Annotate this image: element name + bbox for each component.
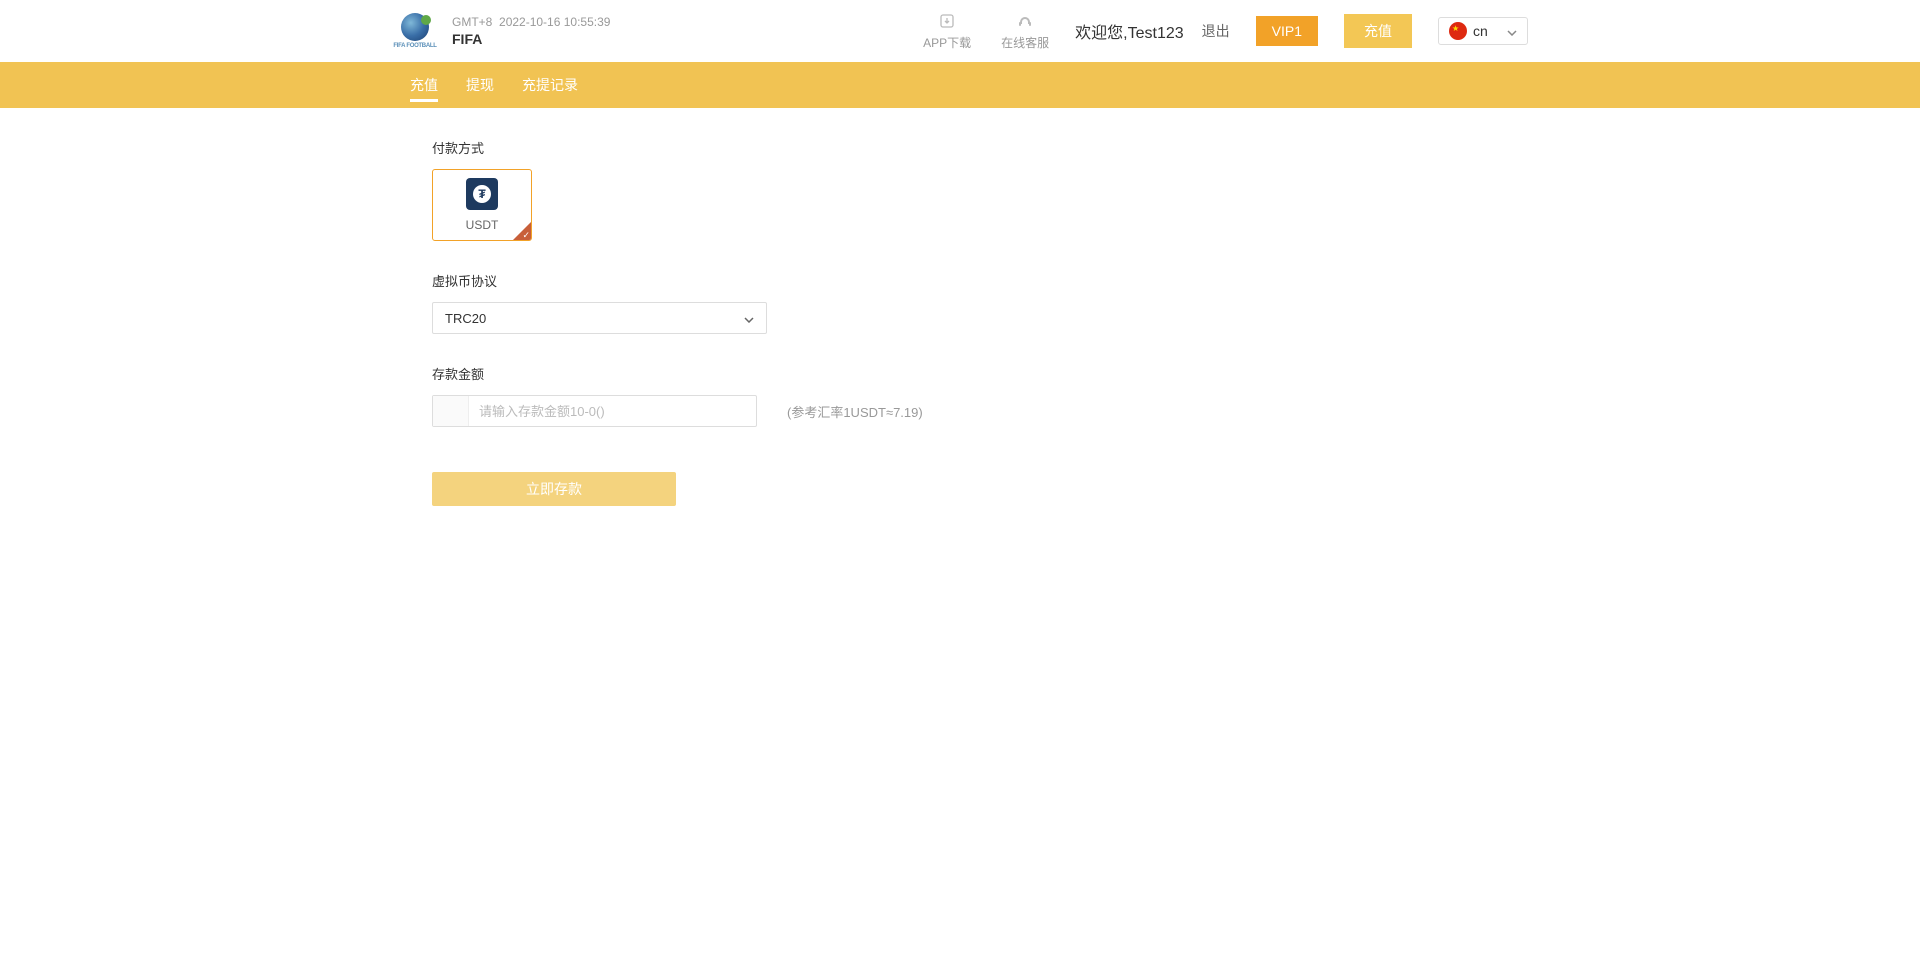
online-service[interactable]: 在线客服	[1001, 12, 1049, 51]
logo-ball-icon	[401, 13, 429, 41]
tab-records[interactable]: 充提记录	[522, 62, 578, 108]
protocol-label: 虚拟币协议	[432, 271, 1488, 290]
logo-subtext: FIFA FOOTBALL	[393, 43, 436, 49]
brand-name: FIFA	[452, 31, 610, 47]
usdt-icon: ₮	[466, 178, 498, 210]
amount-prefix	[433, 396, 469, 426]
amount-label: 存款金额	[432, 364, 1488, 383]
flag-cn-icon	[1449, 22, 1467, 40]
logo[interactable]: FIFA FOOTBALL	[392, 8, 438, 54]
app-download[interactable]: APP下载	[923, 12, 971, 51]
payment-option-label: USDT	[466, 218, 499, 232]
language-code: cn	[1473, 23, 1488, 39]
caret-down-icon	[1507, 23, 1517, 39]
welcome-text: 欢迎您,Test123	[1075, 19, 1184, 43]
tab-recharge[interactable]: 充值	[410, 62, 438, 108]
recharge-button[interactable]: 充值	[1344, 14, 1412, 48]
welcome-prefix: 欢迎您,	[1075, 25, 1127, 42]
headset-icon	[1016, 12, 1034, 30]
protocol-value: TRC20	[445, 311, 486, 326]
online-service-label: 在线客服	[1001, 34, 1049, 51]
username: Test123	[1128, 25, 1184, 42]
rate-hint: (参考汇率1USDT≈7.19)	[787, 402, 923, 421]
submit-deposit-button[interactable]: 立即存款	[432, 472, 676, 506]
amount-input-wrapper	[432, 395, 757, 427]
header-time: GMT+8 2022-10-16 10:55:39	[452, 15, 610, 29]
payment-method-label: 付款方式	[432, 138, 1488, 157]
tab-withdraw[interactable]: 提现	[466, 62, 494, 108]
logout-link[interactable]: 退出	[1202, 21, 1230, 41]
vip-button[interactable]: VIP1	[1256, 16, 1318, 46]
app-download-label: APP下载	[923, 34, 971, 51]
check-icon: ✓	[522, 230, 530, 241]
timezone: GMT+8	[452, 15, 492, 29]
amount-field[interactable]	[469, 404, 756, 419]
download-icon	[938, 12, 956, 30]
header-info: GMT+8 2022-10-16 10:55:39 FIFA	[452, 15, 610, 47]
protocol-select[interactable]: TRC20	[432, 302, 767, 334]
language-select[interactable]: cn	[1438, 17, 1528, 45]
payment-option-usdt[interactable]: ₮ USDT ✓	[432, 169, 532, 241]
timestamp: 2022-10-16 10:55:39	[499, 15, 610, 29]
amount-row: (参考汇率1USDT≈7.19)	[432, 395, 1488, 427]
header: FIFA FOOTBALL GMT+8 2022-10-16 10:55:39 …	[392, 0, 1528, 62]
content: 付款方式 ₮ USDT ✓ 虚拟币协议 TRC20 存款金额 (参考汇率1USD…	[392, 108, 1528, 536]
nav-bar: 充值 提现 充提记录	[0, 62, 1920, 108]
caret-down-icon	[744, 311, 754, 326]
